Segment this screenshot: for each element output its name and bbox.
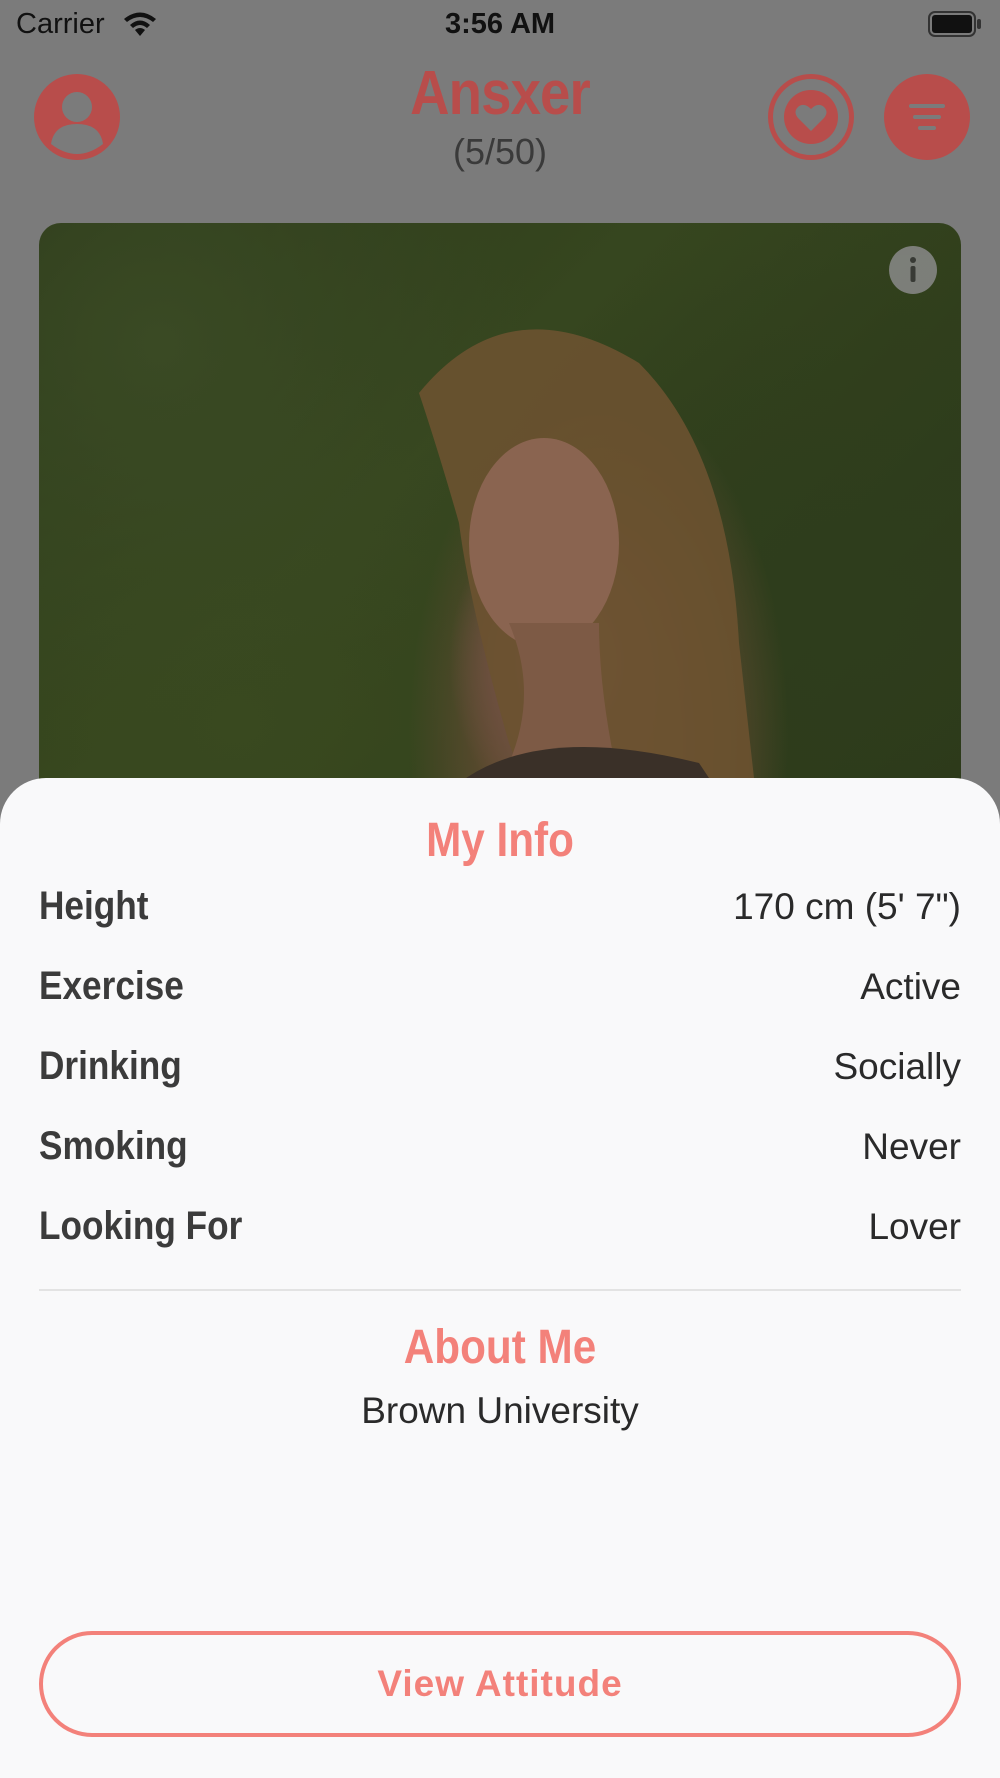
info-row-height: Height 170 cm (5' 7")	[39, 884, 961, 944]
info-label: Height	[39, 884, 149, 928]
info-row-smoking: Smoking Never	[39, 1124, 961, 1184]
likes-button[interactable]	[768, 74, 854, 160]
info-value: Never	[862, 1126, 961, 1167]
info-value: Lover	[868, 1206, 961, 1247]
about-me-text: Brown University	[361, 1390, 639, 1431]
info-label: Smoking	[39, 1124, 188, 1168]
battery-icon	[928, 11, 981, 37]
filter-menu-button[interactable]	[884, 74, 970, 160]
heart-icon	[784, 90, 838, 144]
info-row-looking-for: Looking For Lover	[39, 1204, 961, 1264]
info-value: Socially	[833, 1046, 962, 1087]
info-label: Looking For	[39, 1204, 243, 1248]
info-value: 170 cm (5' 7")	[733, 886, 961, 927]
section-divider	[39, 1289, 961, 1291]
question-counter: (5/50)	[452, 131, 548, 172]
about-me-title: About Me	[403, 1321, 597, 1374]
info-label: Drinking	[39, 1044, 182, 1088]
info-icon	[910, 257, 916, 282]
info-value: Active	[860, 966, 961, 1007]
info-label: Exercise	[39, 964, 184, 1008]
info-row-drinking: Drinking Socially	[39, 1044, 961, 1104]
info-button[interactable]	[889, 246, 937, 294]
my-info-title: My Info	[426, 814, 574, 867]
view-attitude-button[interactable]: View Attitude	[39, 1631, 961, 1737]
info-row-exercise: Exercise Active	[39, 964, 961, 1024]
profile-photo[interactable]	[39, 223, 961, 823]
filter-menu-icon	[909, 104, 945, 130]
status-bar: Carrier 3:56 AM	[0, 0, 1000, 50]
profile-photo-illustration	[419, 329, 759, 823]
status-time: 3:56 AM	[444, 8, 556, 40]
